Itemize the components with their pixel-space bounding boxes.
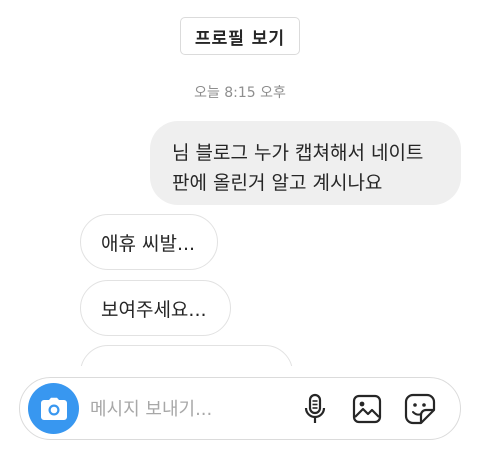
camera-icon [40, 397, 67, 420]
voice-message-button[interactable] [298, 392, 332, 426]
incoming-message-bubble[interactable]: 애휴 씨발... [80, 214, 218, 270]
sticker-button[interactable] [403, 392, 437, 426]
outgoing-message-bubble[interactable]: 님 블로그 누가 캡쳐해서 네이트 판에 올린거 알고 계시나요 [150, 121, 461, 205]
message-line: 님 블로그 누가 캡쳐해서 네이트 [172, 142, 424, 164]
incoming-message-bubble[interactable]: 보여주세요... [80, 280, 231, 336]
message-composer [19, 377, 461, 440]
microphone-icon [304, 393, 326, 423]
message-text: 애휴 씨발... [101, 232, 196, 255]
message-line: 판에 올린거 알고 계시나요 [172, 172, 383, 194]
gallery-icon [352, 394, 382, 424]
sticker-icon [404, 393, 436, 425]
gallery-button[interactable] [350, 392, 384, 426]
view-profile-button[interactable]: 프로필 보기 [180, 17, 300, 55]
message-timestamp: 오늘 8:15 오후 [194, 85, 286, 101]
camera-button[interactable] [28, 383, 79, 434]
message-input[interactable] [90, 391, 290, 427]
message-text: 보여주세요... [101, 298, 207, 321]
